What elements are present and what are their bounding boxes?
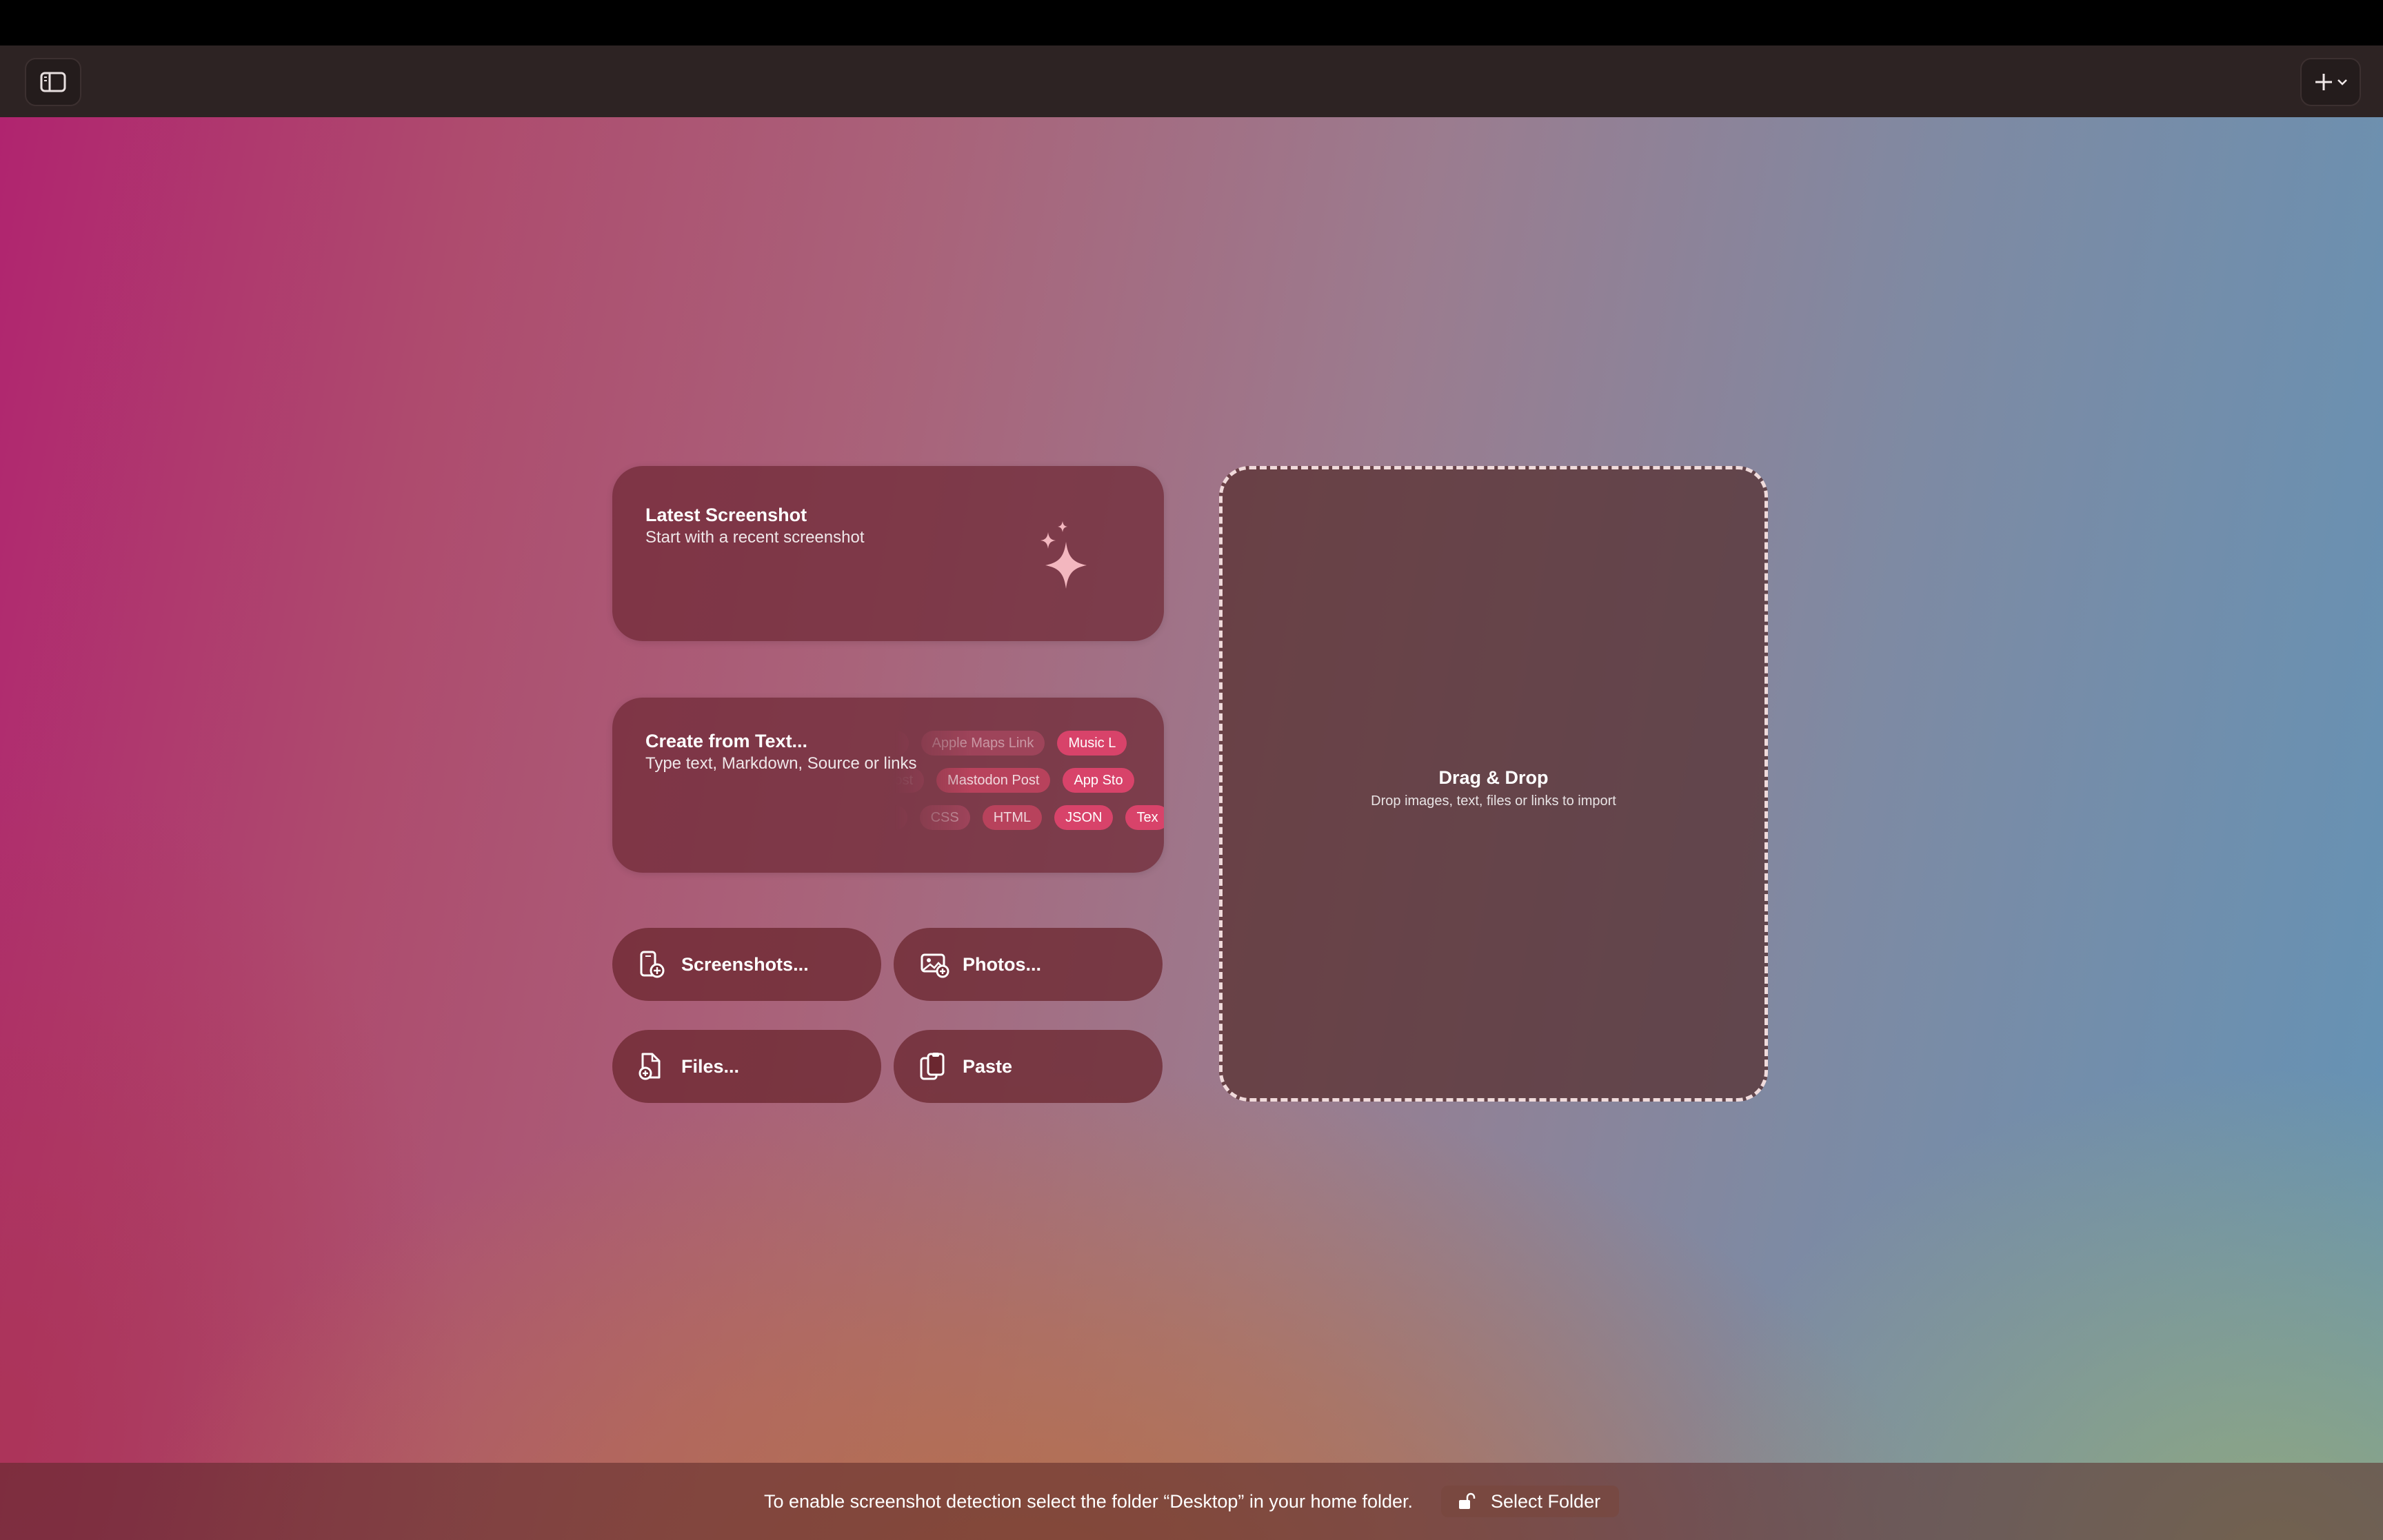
add-menu-button[interactable] <box>2300 58 2361 106</box>
chevron-down-icon <box>2337 79 2347 85</box>
chip-css: CSS <box>919 805 970 830</box>
unlock-icon <box>1459 1492 1476 1509</box>
toolbar <box>0 45 2383 119</box>
chip-music-link: Music L <box>1057 731 1127 756</box>
document-add-icon <box>639 1053 661 1080</box>
chip-row: Apple Maps Link Music L <box>895 731 1127 756</box>
clipboard-icon <box>920 1053 945 1080</box>
chip-json: JSON <box>1054 805 1114 830</box>
drag-drop-title: Drag & Drop <box>1438 767 1549 788</box>
screenshot-detection-banner: To enable screenshot detection select th… <box>0 1463 2383 1540</box>
create-from-text-title: Create from Text... <box>645 731 808 751</box>
select-folder-label: Select Folder <box>1491 1491 1601 1512</box>
screenshots-button[interactable]: Screenshots... <box>612 928 881 1001</box>
chip <box>895 731 909 756</box>
menu-bar <box>0 0 2383 45</box>
latest-screenshot-title: Latest Screenshot <box>645 505 807 525</box>
plus-icon <box>2315 74 2332 90</box>
files-button[interactable]: Files... <box>612 1030 881 1103</box>
sidebar-toggle-icon <box>40 72 66 92</box>
main-canvas: Latest Screenshot Start with a recent sc… <box>0 117 2383 1540</box>
create-from-text-subtitle: Type text, Markdown, Source or links <box>645 754 917 773</box>
chip-app-store: App Sto <box>1063 768 1134 793</box>
select-folder-button[interactable]: Select Folder <box>1441 1486 1619 1517</box>
text-type-chips: Apple Maps Link Music L Post Mastodon Po… <box>895 731 1164 848</box>
drag-drop-subtitle: Drop images, text, files or links to imp… <box>1371 793 1616 809</box>
sparkles-icon <box>1040 521 1087 589</box>
phone-screenshot-add-icon <box>640 951 665 978</box>
paste-button[interactable]: Paste <box>894 1030 1163 1103</box>
screenshots-label: Screenshots... <box>681 954 809 975</box>
create-from-text-card[interactable]: Apple Maps Link Music L Post Mastodon Po… <box>612 698 1164 873</box>
photo-add-icon <box>921 953 949 978</box>
photos-label: Photos... <box>963 954 1041 975</box>
banner-message: To enable screenshot detection select th… <box>764 1491 1414 1512</box>
photos-button[interactable]: Photos... <box>894 928 1163 1001</box>
files-label: Files... <box>681 1056 740 1077</box>
chip-text: Tex <box>1125 805 1164 830</box>
latest-screenshot-card[interactable]: Latest Screenshot Start with a recent sc… <box>612 466 1164 641</box>
chip-row: CSS HTML JSON Tex <box>895 805 1164 830</box>
chip-html: HTML <box>982 805 1043 830</box>
sidebar-toggle-button[interactable] <box>25 58 81 106</box>
chip <box>895 805 907 830</box>
latest-screenshot-subtitle: Start with a recent screenshot <box>645 528 865 547</box>
chip-apple-maps-link: Apple Maps Link <box>921 731 1045 756</box>
drag-drop-zone[interactable]: Drag & Drop Drop images, text, files or … <box>1219 466 1768 1102</box>
chip-mastodon-post: Mastodon Post <box>936 768 1051 793</box>
chip-row: Post Mastodon Post App Sto <box>895 768 1134 793</box>
paste-label: Paste <box>963 1056 1013 1077</box>
